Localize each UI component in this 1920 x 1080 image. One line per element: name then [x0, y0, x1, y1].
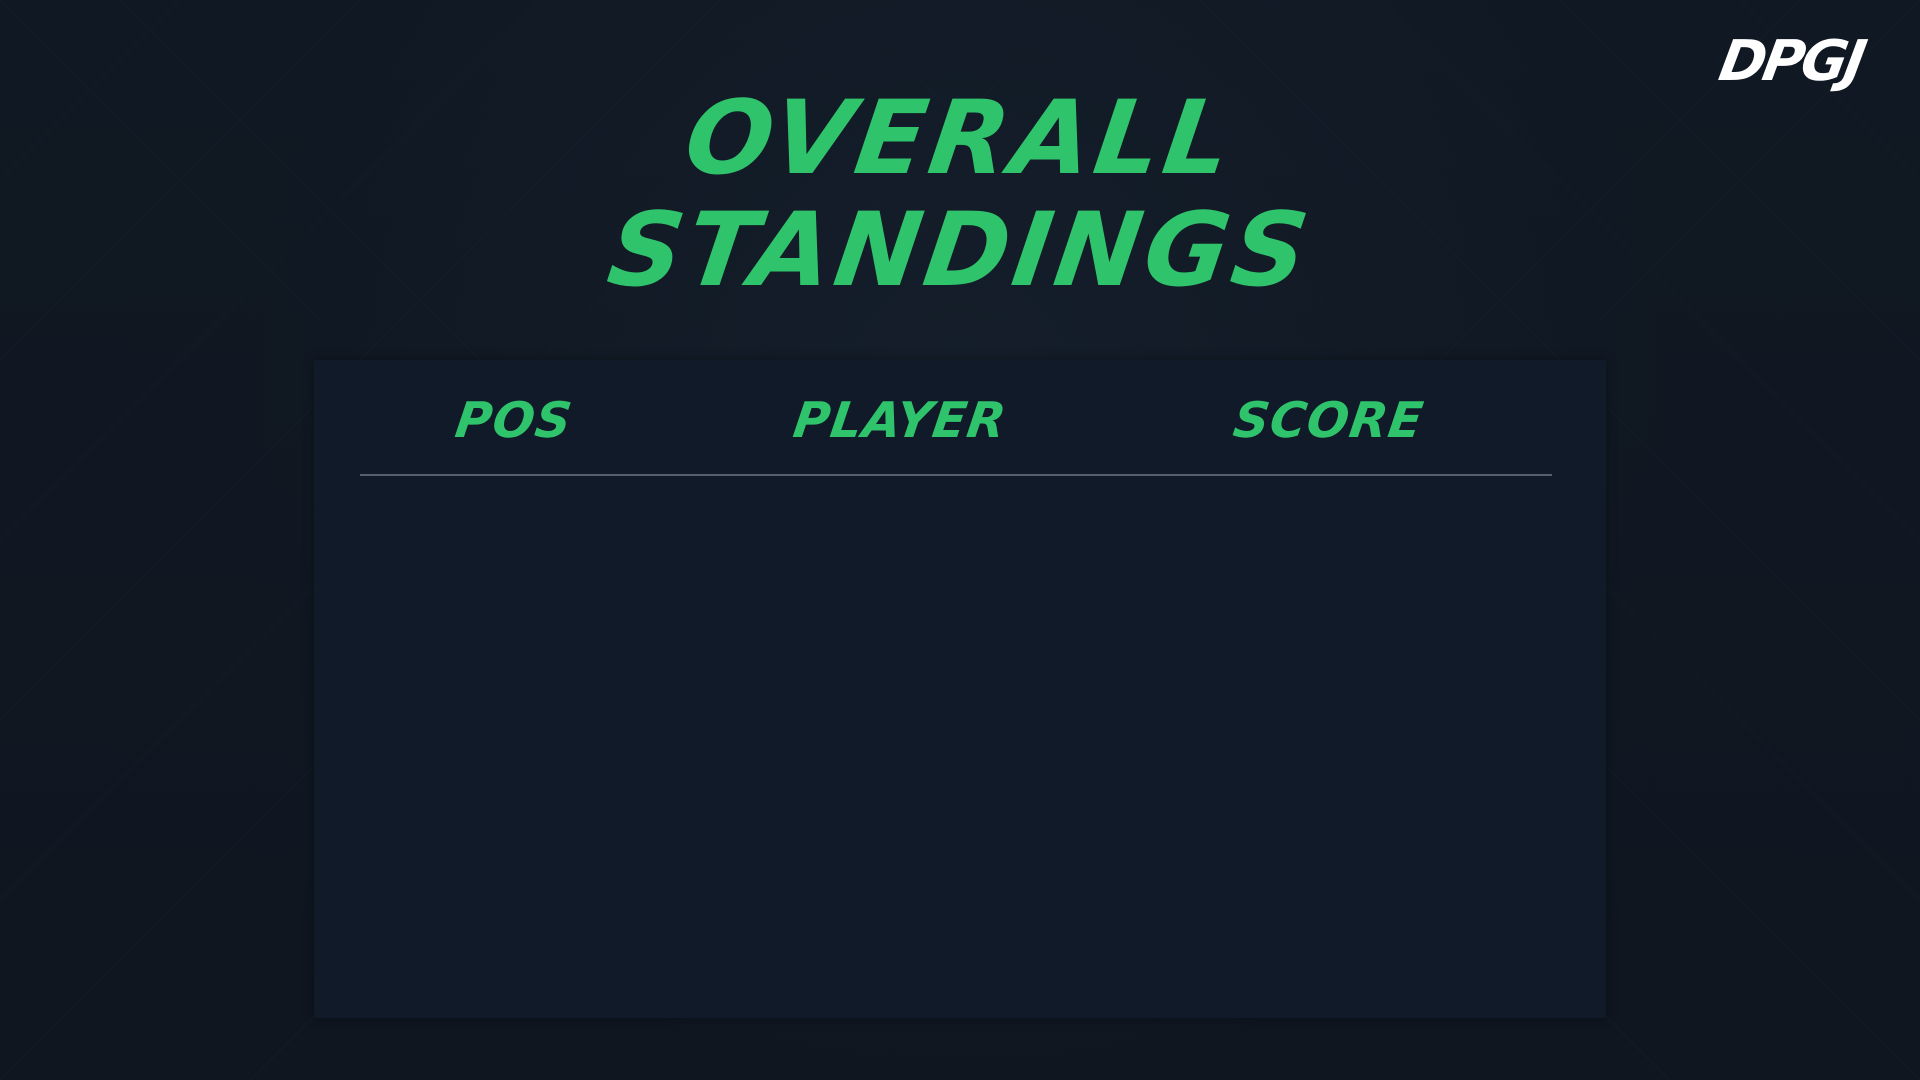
standings-screen: DPGJ OVERALL STANDINGS POS PLAYER SCORE [0, 0, 1920, 1080]
table-header-row: POS PLAYER SCORE [314, 360, 1606, 476]
header-pos: POS [451, 392, 576, 449]
header-player: PLAYER [789, 392, 1011, 449]
brand-logo: DPGJ [1714, 29, 1868, 94]
standings-rows-area [314, 476, 1606, 1018]
standings-table-panel: POS PLAYER SCORE [314, 360, 1606, 1018]
page-title-line-2: STANDINGS [601, 191, 1319, 310]
page-title-line-1: OVERALL [678, 79, 1243, 198]
header-score: SCORE [1229, 392, 1428, 449]
